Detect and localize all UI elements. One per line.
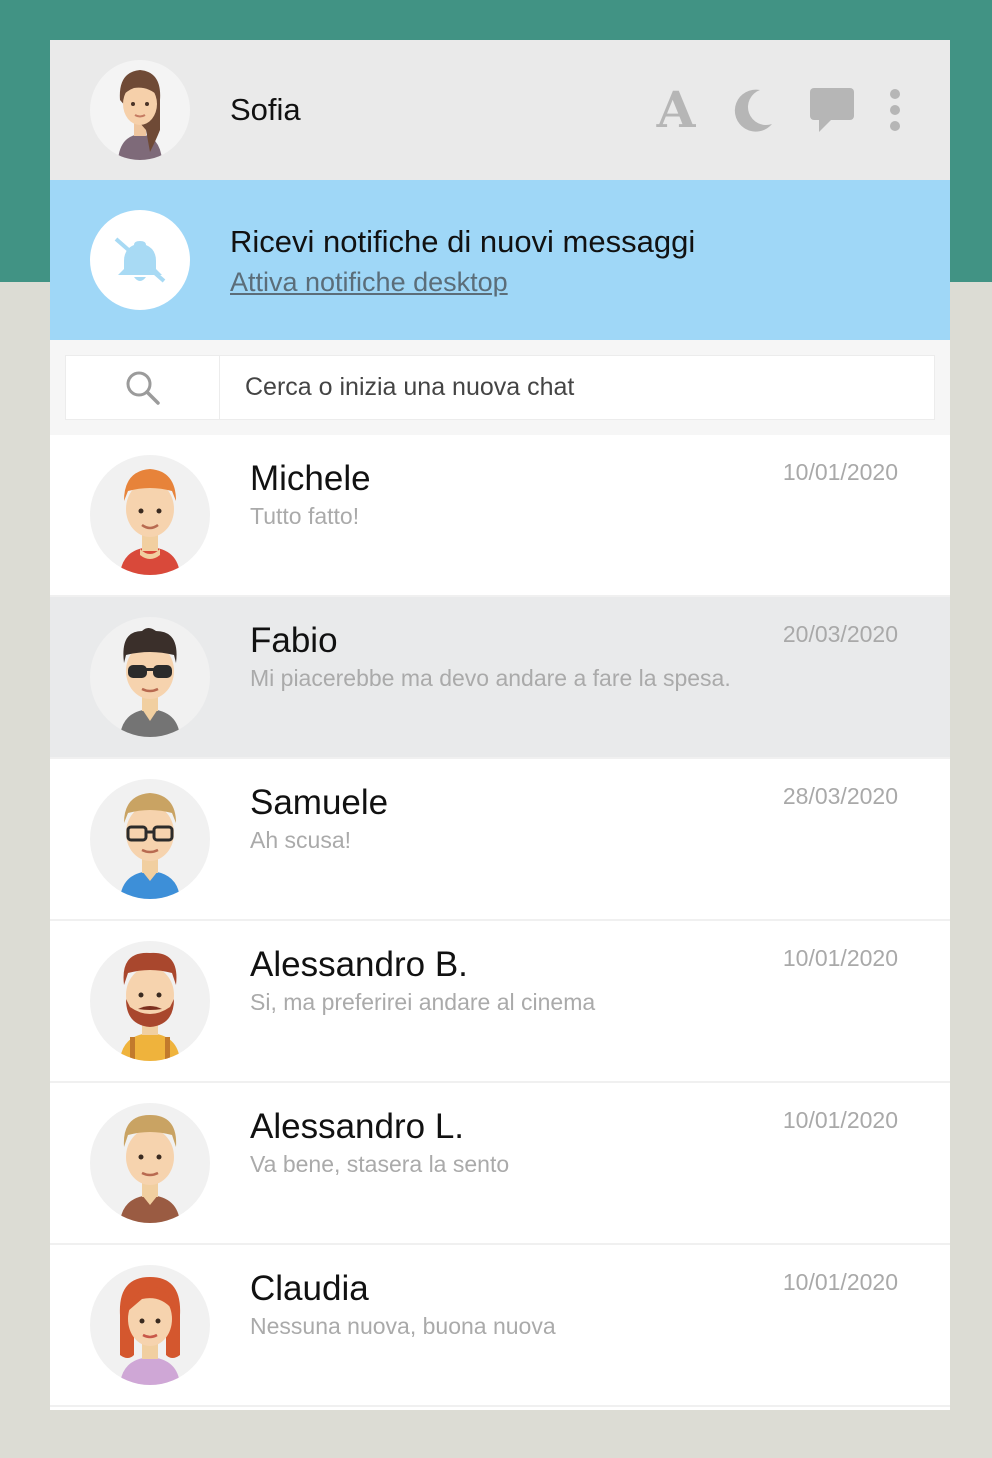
search-icon[interactable]	[66, 356, 220, 419]
notification-banner: Ricevi notifiche di nuovi messaggi Attiv…	[50, 180, 950, 340]
font-size-icon[interactable]: A	[646, 82, 706, 138]
chat-item-claudia[interactable]: Claudia Nessuna nuova, buona nuova 10/01…	[50, 1245, 950, 1407]
bell-off-icon	[90, 210, 190, 310]
search-input[interactable]	[220, 356, 934, 419]
chat-icon[interactable]	[802, 82, 862, 138]
chat-date: 10/01/2020	[782, 459, 898, 485]
chat-name: Michele	[250, 459, 371, 498]
chat-preview: Va bene, stasera la sento	[250, 1151, 510, 1177]
sidebar-header: Sofia A	[50, 40, 950, 180]
chat-preview: Ah scusa!	[250, 827, 351, 853]
chat-item-alessandro-b[interactable]: Alessandro B. Si, ma preferirei andare a…	[50, 921, 950, 1083]
chat-date: 10/01/2020	[782, 945, 898, 971]
chat-preview: Tutto fatto!	[250, 503, 360, 529]
avatar	[90, 455, 210, 575]
avatar	[90, 941, 210, 1061]
chat-preview: Si, ma preferirei andare al cinema	[250, 989, 596, 1015]
chat-date: 28/03/2020	[782, 783, 898, 809]
user-name: Sofia	[230, 92, 301, 127]
search-area	[50, 340, 950, 435]
moon-icon[interactable]	[724, 82, 784, 138]
font-size-glyph: A	[656, 80, 696, 139]
avatar	[90, 1265, 210, 1385]
chat-name: Claudia	[250, 1269, 369, 1308]
chat-name: Samuele	[250, 783, 389, 822]
user-avatar[interactable]	[90, 60, 190, 160]
chat-preview: Mi piacerebbe ma devo andare a fare la s…	[250, 665, 731, 691]
avatar	[90, 779, 210, 899]
more-vert-icon[interactable]	[880, 82, 910, 138]
header-actions: A	[628, 82, 910, 138]
search-box	[65, 355, 935, 420]
chat-name: Alessandro L.	[250, 1107, 465, 1146]
background-bottom	[0, 1420, 992, 1458]
chat-item-alessandro-l[interactable]: Alessandro L. Va bene, stasera la sento …	[50, 1083, 950, 1245]
chat-list: Michele Tutto fatto! 10/01/2020 Fabio Mi…	[50, 435, 950, 1407]
chat-item-fabio[interactable]: Fabio Mi piacerebbe ma devo andare a far…	[50, 597, 950, 759]
avatar	[90, 1103, 210, 1223]
chat-date: 10/01/2020	[782, 1107, 898, 1133]
enable-notifications-link[interactable]: Attiva notifiche desktop	[230, 267, 508, 298]
notification-title: Ricevi notifiche di nuovi messaggi	[230, 224, 696, 259]
chat-name: Alessandro B.	[250, 945, 468, 984]
chat-item-samuele[interactable]: Samuele Ah scusa! 28/03/2020	[50, 759, 950, 921]
sidebar-panel: Sofia A Ricevi notifiche di nuovi messag…	[50, 40, 950, 1410]
chat-preview: Nessuna nuova, buona nuova	[250, 1313, 556, 1339]
chat-item-michele[interactable]: Michele Tutto fatto! 10/01/2020	[50, 435, 950, 597]
chat-name: Fabio	[250, 621, 338, 660]
chat-date: 10/01/2020	[782, 1269, 898, 1295]
chat-date: 20/03/2020	[782, 621, 898, 647]
avatar	[90, 617, 210, 737]
